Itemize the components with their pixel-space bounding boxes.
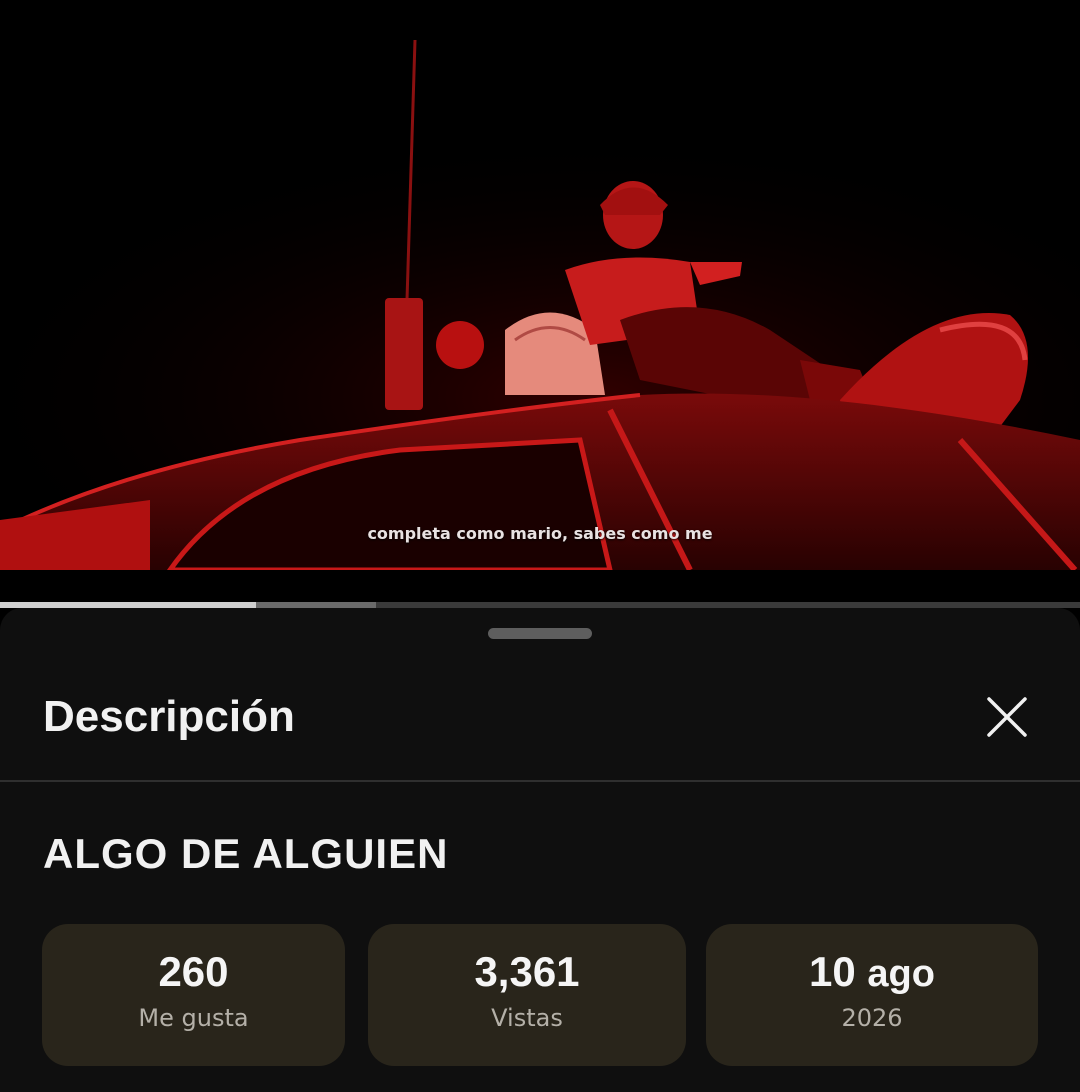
views-stat: 3,361 Vistas: [368, 924, 686, 1066]
sheet-title: Descripción: [43, 692, 295, 741]
likes-stat: 260 Me gusta: [42, 924, 345, 1066]
likes-count: 260: [158, 948, 229, 995]
close-icon: [987, 697, 1027, 737]
date-month: ago: [867, 953, 935, 995]
views-count: 3,361: [474, 948, 580, 995]
drag-handle[interactable]: [488, 628, 592, 639]
date-stat: 10 ago 2026: [706, 924, 1038, 1066]
description-sheet: Descripción ALGO DE ALGUIEN 260 Me gusta…: [0, 608, 1080, 1092]
header-divider: [0, 780, 1080, 782]
date-value: 10 ago: [706, 948, 1038, 996]
video-title: ALGO DE ALGUIEN: [43, 830, 449, 877]
close-button[interactable]: [978, 688, 1036, 746]
video-frame: [0, 0, 1080, 600]
likes-label: Me gusta: [138, 1004, 249, 1032]
video-subtitle: completa como mario, sabes como me: [367, 524, 713, 543]
date-day: 10: [809, 948, 856, 995]
video-player[interactable]: completa como mario, sabes como me: [0, 0, 1080, 600]
date-year: 2026: [841, 1004, 903, 1032]
views-label: Vistas: [491, 1004, 563, 1032]
